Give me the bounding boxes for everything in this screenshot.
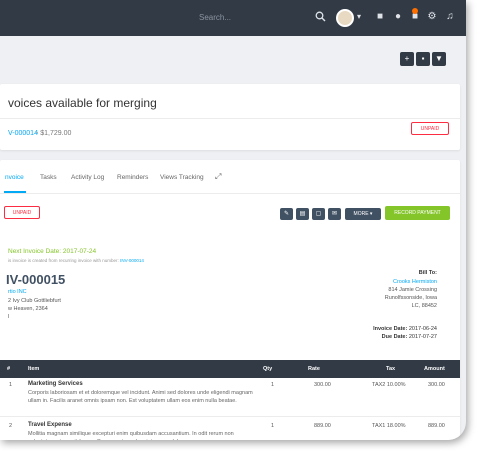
status-badge: UNPAID	[411, 122, 449, 135]
divider	[0, 118, 460, 119]
item-name: Travel Expense	[28, 422, 72, 428]
edit-button[interactable]: ✎	[280, 208, 293, 220]
new-invoice-button[interactable]: +	[400, 52, 414, 66]
client-address-line: 814 Jamie Crossing	[388, 287, 437, 293]
invoice-date: Invoice Date: 2017-06-24	[373, 326, 437, 332]
search-input[interactable]: Search...	[199, 13, 231, 22]
item-tax: TAX1 18.00%	[372, 423, 406, 429]
column-header-number: #	[7, 366, 11, 372]
column-header-amount: Amount	[424, 366, 445, 372]
notification-badge	[412, 8, 418, 14]
filter-icon[interactable]: ▼	[432, 52, 446, 66]
item-qty: 1	[271, 382, 275, 388]
item-description: Mollitia magnam similique excepturi enim…	[28, 431, 234, 440]
client-address-line: LC, 88452	[411, 303, 437, 309]
invoice-status-badge: UNPAID	[4, 206, 40, 219]
item-rate: 889.00	[314, 423, 331, 429]
item-rate: 300.00	[314, 382, 331, 388]
bell-icon[interactable]: ♫	[444, 11, 456, 23]
item-amount: 889.00	[428, 423, 445, 429]
tab-tasks[interactable]: Tasks	[40, 174, 57, 181]
merge-panel: voices available for merging V-000014 - …	[0, 84, 460, 150]
expand-icon[interactable]: ⤢	[215, 172, 221, 182]
due-date: Due Date: 2017-07-27	[381, 334, 437, 340]
search-icon[interactable]	[314, 11, 326, 23]
column-header-qty: Qty	[263, 366, 273, 372]
pdf-button[interactable]: ▢	[312, 208, 325, 220]
column-header-rate: Rate	[308, 366, 320, 372]
item-description: Corporis laboriosam et et doloremque vel…	[28, 390, 253, 404]
top-navbar: Search... ▾ ■ ● ■ ⚙ ♫	[0, 0, 466, 36]
tab-bar: nvoice Tasks Activity Log Reminders View…	[0, 160, 460, 194]
tab-activity-log[interactable]: Activity Log	[71, 174, 104, 181]
company-name[interactable]: rtio INC	[8, 289, 27, 295]
email-button[interactable]: ✉	[328, 208, 341, 220]
tab-views-tracking[interactable]: Views Tracking	[160, 174, 204, 181]
merge-title: voices available for merging	[8, 96, 157, 110]
column-header-item: Item	[28, 366, 40, 372]
invoice-number: IV-000015	[6, 272, 66, 287]
row-number: 2	[9, 423, 13, 429]
items-table-header: # Item Qty Rate Tax Amount	[0, 360, 460, 378]
recurring-note: is invoice is created from recurring inv…	[8, 258, 144, 263]
merge-invoice-amount: - $1,729.00	[36, 130, 72, 137]
next-invoice-date: Next Invoice Date: 2017-07-24	[8, 248, 97, 255]
chart-button[interactable]: ▪	[416, 52, 430, 66]
gear-icon[interactable]: ⚙	[426, 11, 438, 23]
merge-invoice-link[interactable]: V-000014	[8, 130, 38, 137]
item-name: Marketing Services	[28, 381, 83, 387]
company-address-line: w Heaven, 2364	[8, 306, 48, 312]
print-button[interactable]: ▤	[296, 208, 309, 220]
chevron-down-icon[interactable]: ▾	[357, 12, 361, 21]
grid-icon[interactable]: ■	[374, 11, 386, 23]
column-header-tax: Tax	[386, 366, 396, 372]
app-window: Search... ▾ ■ ● ■ ⚙ ♫ + ▪ ▼ voices avail…	[0, 0, 466, 440]
company-address-line: 2 Ivy Club Gottliebfurt	[8, 298, 61, 304]
company-address-line: l	[8, 314, 10, 320]
row-number: 1	[9, 382, 13, 388]
item-tax: TAX2 10.00%	[372, 382, 406, 388]
tab-reminders[interactable]: Reminders	[117, 174, 148, 181]
chat-icon[interactable]: ●	[392, 11, 404, 23]
client-address-line: Runolfssonside, Iowa	[384, 295, 437, 301]
client-name[interactable]: Crooks Hermiston	[393, 279, 437, 285]
bill-to-label: Bill To:	[418, 270, 437, 276]
more-button[interactable]: MORE ▾	[345, 208, 381, 220]
page-toolbar	[0, 36, 466, 76]
user-avatar[interactable]	[336, 9, 354, 27]
active-tab-indicator	[4, 191, 26, 193]
item-amount: 300.00	[428, 382, 445, 388]
recurring-invoice-link[interactable]: INV-000014	[120, 258, 144, 263]
tab-invoice[interactable]: nvoice	[5, 174, 24, 181]
row-divider	[0, 416, 460, 417]
record-payment-button[interactable]: RECORD PAYMENT	[385, 206, 450, 220]
item-qty: 1	[271, 423, 275, 429]
